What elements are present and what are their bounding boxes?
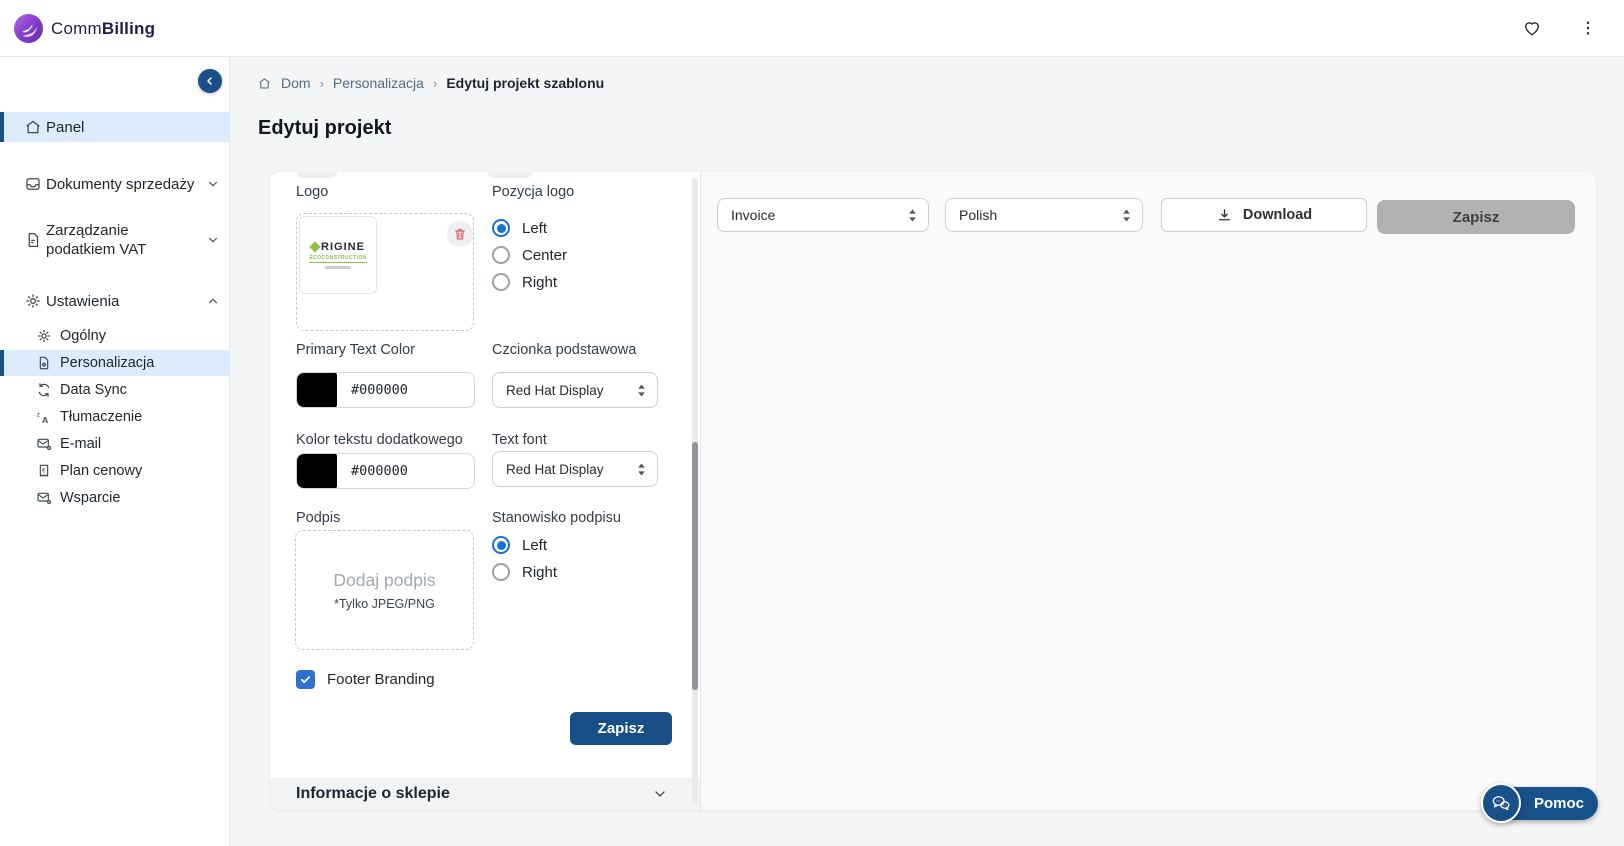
preview-save-button-disabled[interactable]: Zapisz (1377, 200, 1575, 234)
select-stepper-icon (636, 462, 647, 477)
select-stepper-icon (1121, 208, 1132, 223)
logo-field-label: Logo (296, 184, 328, 200)
scrolled-field-remnant (297, 172, 337, 178)
primary-text-color-label: Primary Text Color (296, 342, 415, 358)
sidebar-item-panel[interactable]: Panel (0, 112, 230, 142)
translate-icon: żA (36, 409, 52, 425)
mail-gear-icon (36, 436, 52, 452)
logo-position-option-left[interactable]: Left (492, 219, 547, 237)
delete-logo-button[interactable] (447, 221, 473, 247)
chevron-down-icon (206, 233, 220, 247)
uploaded-logo-image: RIGINE ÉCOCONSTRUCTION (299, 216, 377, 294)
breadcrumb-current: Edytuj projekt szablonu (446, 75, 604, 91)
receipt-euro-icon: € (36, 463, 52, 479)
main-content: Dom › Personalizacja › Edytuj projekt sz… (230, 57, 1624, 846)
chevron-up-icon (206, 294, 220, 308)
radio-unchecked-icon[interactable] (492, 273, 510, 291)
sidebar-item-data-sync[interactable]: Data Sync (0, 377, 230, 403)
download-icon (1216, 207, 1233, 224)
text-font-select[interactable]: Red Hat Display (492, 451, 658, 487)
breadcrumb: Dom › Personalizacja › Edytuj projekt sz… (257, 75, 604, 91)
sidebar: Panel Dokumenty sprzedaży Zarządzanie po… (0, 57, 230, 846)
brand-logo-icon (14, 14, 43, 43)
base-font-select[interactable]: Red Hat Display (492, 372, 658, 408)
page-title: Edytuj projekt (258, 117, 391, 140)
signature-position-option-left[interactable]: Left (492, 536, 547, 554)
brand-logo[interactable]: CommBilling (14, 14, 155, 43)
document-gear-icon (36, 355, 52, 371)
radio-unchecked-icon[interactable] (492, 246, 510, 264)
kebab-menu-icon[interactable] (1574, 14, 1602, 42)
secondary-text-color-input[interactable]: #000000 (296, 453, 475, 489)
select-stepper-icon (636, 383, 647, 398)
svg-text:€: € (42, 468, 46, 474)
shop-info-accordion[interactable]: Informacje o sklepie (270, 778, 700, 810)
breadcrumb-link-personalizacja[interactable]: Personalizacja (333, 75, 424, 91)
logo-position-option-right[interactable]: Right (492, 273, 557, 291)
signature-position-label: Stanowisko podpisu (492, 510, 621, 526)
form-save-button[interactable]: Zapisz (570, 712, 672, 745)
breadcrumb-separator: › (320, 76, 324, 91)
sidebar-item-ogolny[interactable]: Ogólny (0, 323, 230, 349)
footer-branding-checkbox-row[interactable]: Footer Branding (296, 670, 435, 689)
sidebar-item-tlumaczenie[interactable]: żA Tłumaczenie (0, 404, 230, 430)
secondary-text-color-label: Kolor tekstu dodatkowego (296, 432, 463, 448)
signature-upload-box[interactable]: Dodaj podpis *Tylko JPEG/PNG (295, 530, 474, 650)
download-button[interactable]: Download (1161, 198, 1367, 232)
base-font-label: Czcionka podstawowa (492, 342, 636, 358)
breadcrumb-separator: › (433, 76, 437, 91)
radio-unchecked-icon[interactable] (492, 563, 510, 581)
signature-label: Podpis (296, 510, 340, 526)
logo-position-label: Pozycja logo (492, 184, 574, 200)
top-bar: CommBilling (0, 0, 1624, 57)
signature-position-option-right[interactable]: Right (492, 563, 557, 581)
inbox-icon (24, 175, 42, 193)
editor-card: Logo RIGINE ÉCOCONSTRUCTION Pozycja logo… (270, 172, 1596, 810)
radio-checked-icon[interactable] (492, 536, 510, 554)
sidebar-item-email[interactable]: E-mail (0, 431, 230, 457)
breadcrumb-link-dom[interactable]: Dom (281, 75, 311, 91)
gear-icon (36, 328, 52, 344)
home-icon (24, 118, 42, 136)
select-stepper-icon (907, 208, 918, 223)
primary-text-color-input[interactable]: #000000 (296, 372, 475, 408)
template-form-pane: Logo RIGINE ÉCOCONSTRUCTION Pozycja logo… (270, 172, 700, 810)
logo-position-option-center[interactable]: Center (492, 246, 567, 264)
svg-text:ż: ż (37, 411, 40, 418)
sidebar-item-dokumenty-sprzedazy[interactable]: Dokumenty sprzedaży (0, 169, 230, 199)
color-swatch-black[interactable] (297, 373, 337, 407)
chevron-down-icon (206, 177, 220, 191)
sidebar-item-plan-cenowy[interactable]: € Plan cenowy (0, 458, 230, 484)
document-icon (24, 231, 42, 249)
logo-diamond-mark (309, 241, 320, 252)
scrolled-field-remnant (488, 172, 532, 178)
sync-icon (36, 382, 52, 398)
gear-icon (24, 292, 42, 310)
mail-gear-icon (36, 490, 52, 506)
sidebar-item-wsparcie[interactable]: Wsparcie (0, 485, 230, 511)
logo-fine-print (325, 266, 351, 269)
checkbox-checked-icon[interactable] (296, 670, 315, 689)
text-font-label: Text font (492, 432, 547, 448)
svg-text:A: A (42, 415, 49, 425)
template-preview-pane: Invoice Polish Download Zapisz (700, 172, 1596, 810)
language-select[interactable]: Polish (945, 198, 1143, 232)
brand-name: CommBilling (51, 19, 155, 39)
sidebar-item-ustawienia[interactable]: Ustawienia (0, 287, 230, 315)
logo-upload-box[interactable]: RIGINE ÉCOCONSTRUCTION (296, 213, 474, 331)
template-type-select[interactable]: Invoice (717, 198, 929, 232)
favorites-heart-icon[interactable] (1518, 14, 1546, 42)
form-scrollbar-thumb[interactable] (692, 442, 698, 690)
sidebar-collapse-button[interactable] (198, 69, 222, 93)
breadcrumb-home-icon (257, 76, 272, 91)
chat-bubbles-icon[interactable] (1481, 783, 1521, 823)
sidebar-item-zarzadzanie-vat[interactable]: Zarządzanie podatkiem VAT (0, 217, 230, 263)
color-swatch-black[interactable] (297, 454, 337, 488)
radio-checked-icon[interactable] (492, 219, 510, 237)
trash-icon (453, 227, 467, 241)
chevron-down-icon (652, 786, 668, 802)
sidebar-item-personalizacja[interactable]: Personalizacja (0, 350, 230, 376)
